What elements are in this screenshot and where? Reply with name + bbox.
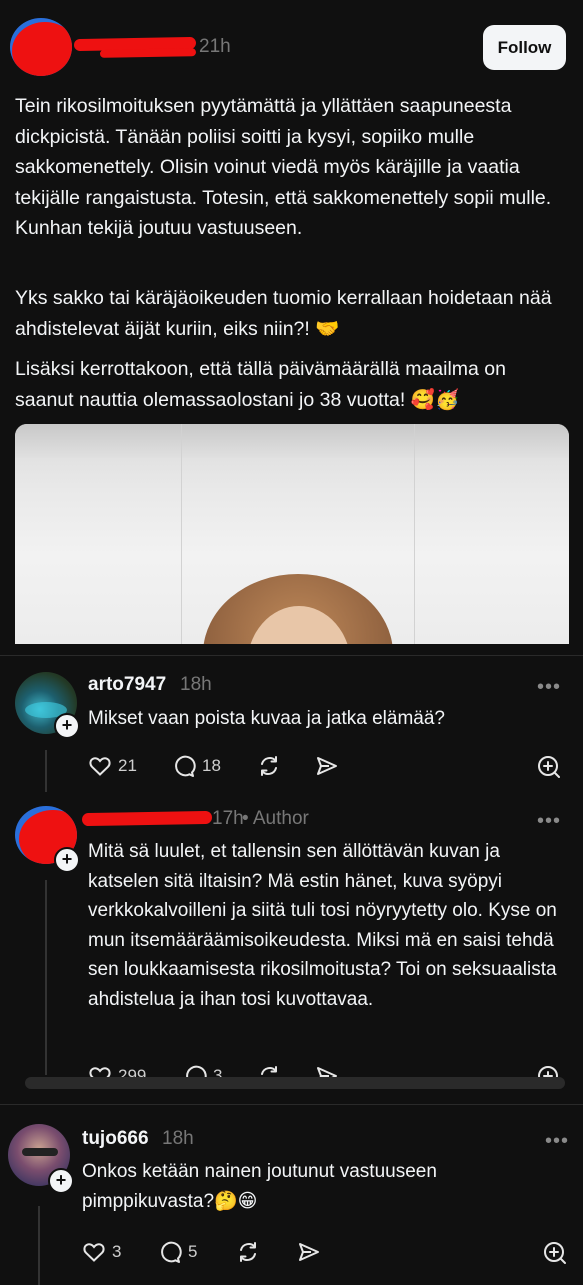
quote-plus-icon xyxy=(542,1240,568,1266)
repost-icon xyxy=(257,754,281,778)
redacted-username xyxy=(81,810,213,827)
reply-count: 18 xyxy=(202,756,221,775)
comment-username[interactable]: arto7947 xyxy=(88,674,166,696)
reply-button[interactable]: 18 xyxy=(172,754,221,778)
repost-button[interactable] xyxy=(257,754,281,778)
comment-bubble-icon xyxy=(158,1240,182,1264)
wall-panel-line xyxy=(181,424,183,644)
more-options-icon[interactable]: ••• xyxy=(545,1130,569,1153)
comment-time: 18h xyxy=(180,674,212,695)
follow-plus-icon[interactable]: + xyxy=(54,847,80,873)
post-paragraph-2: Yks sakko tai käräjäoikeuden tuomio kerr… xyxy=(15,287,552,340)
post-paragraph-1: Tein rikosilmoituksen pyytämättä ja yllä… xyxy=(15,95,552,239)
wall-panel-line xyxy=(15,424,569,458)
repost-icon xyxy=(236,1240,260,1264)
post-time: 21h xyxy=(199,36,231,57)
post-photo[interactable] xyxy=(15,424,569,644)
post-paragraph-3: Lisäksi kerrottakoon, että tällä päivämä… xyxy=(15,358,506,411)
quote-button[interactable] xyxy=(536,754,562,780)
thread-line xyxy=(45,750,47,792)
like-button[interactable]: 3 xyxy=(82,1240,121,1264)
reply-count: 5 xyxy=(188,1242,198,1261)
scroll-overlay-bar xyxy=(25,1077,565,1089)
author-tag: • Author xyxy=(242,808,309,829)
comment-text: Mikset vaan poista kuvaa ja jatka elämää… xyxy=(88,708,445,729)
follow-button[interactable]: Follow xyxy=(483,25,566,70)
follow-plus-icon[interactable]: + xyxy=(48,1168,74,1194)
share-button[interactable] xyxy=(315,754,339,778)
more-options-icon[interactable]: ••• xyxy=(537,810,561,833)
comment-text: Onkos ketään nainen joutunut vastuuseen … xyxy=(82,1161,437,1212)
like-button[interactable]: 21 xyxy=(88,754,137,778)
comment-username[interactable]: tujo666 xyxy=(82,1128,149,1150)
send-icon xyxy=(297,1240,321,1264)
quote-button[interactable] xyxy=(542,1240,568,1266)
comment-time: 18h xyxy=(162,1128,194,1149)
more-options-icon[interactable]: ••• xyxy=(537,676,561,699)
share-button[interactable] xyxy=(297,1240,321,1264)
heart-icon xyxy=(88,754,112,778)
comment-text: Mitä sä luulet, et tallensin sen ällöttä… xyxy=(88,841,557,1010)
like-count: 21 xyxy=(118,756,137,775)
quote-plus-icon xyxy=(536,754,562,780)
send-icon xyxy=(315,754,339,778)
reply-button[interactable]: 5 xyxy=(158,1240,197,1264)
comment-bubble-icon xyxy=(172,754,196,778)
redacted-username-2 xyxy=(99,48,197,58)
follow-plus-icon[interactable]: + xyxy=(54,713,80,739)
post-separator xyxy=(0,655,583,656)
post-author-avatar[interactable] xyxy=(10,18,72,76)
thread-line xyxy=(38,1206,40,1285)
avatar-glasses xyxy=(22,1148,58,1156)
repost-button[interactable] xyxy=(236,1240,260,1264)
comment-separator xyxy=(0,1104,583,1105)
comment-time: 17h xyxy=(212,808,244,829)
like-count: 3 xyxy=(112,1242,122,1261)
heart-icon xyxy=(82,1240,106,1264)
thread-line xyxy=(45,880,47,1075)
wall-panel-line xyxy=(413,424,415,644)
